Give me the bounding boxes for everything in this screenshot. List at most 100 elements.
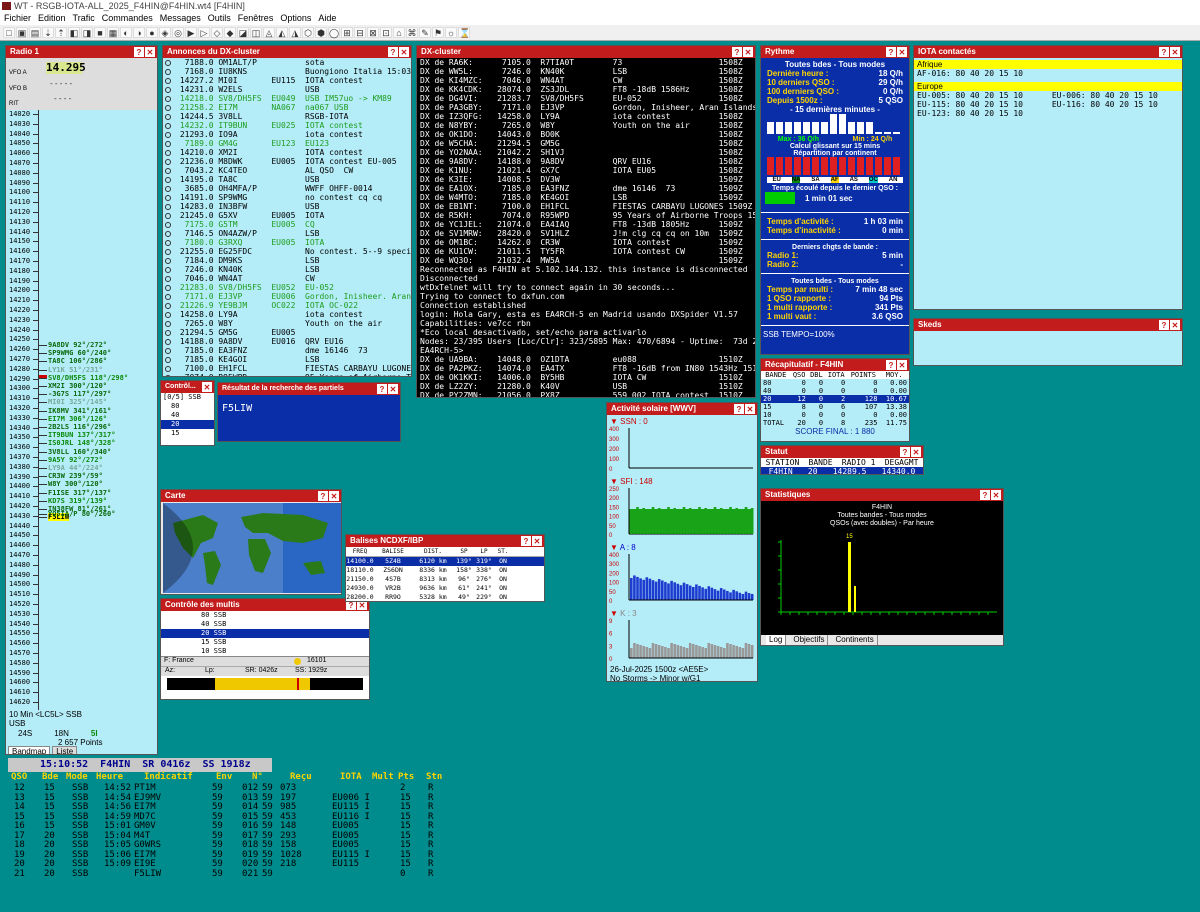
toolbar-button-icon[interactable]: ✎ <box>419 27 431 38</box>
annonce-row[interactable]: 14258.0 LY9A iota contest <box>165 310 411 319</box>
menu-item-4[interactable]: Messages <box>160 12 201 25</box>
bandmap-spot[interactable]: YO5IA/P 80°/260° <box>48 510 115 518</box>
toolbar-button-icon[interactable]: ◫ <box>250 27 262 38</box>
bandmap-spot[interactable]: TA8C 106°/286° <box>48 357 107 365</box>
world-map[interactable] <box>163 503 341 593</box>
bandmap-spot[interactable]: 3V8LL 160°/340° <box>48 448 111 456</box>
menu-item-8[interactable]: Aide <box>318 12 336 25</box>
bandmap-spot[interactable]: LY9A 44°/224° <box>48 464 103 472</box>
toolbar-button-icon[interactable]: ⬡ <box>302 27 314 38</box>
bandmap-spot[interactable]: KD7S 319°/139° <box>48 497 107 505</box>
annonce-row[interactable]: 7046.0 WN4AT CW <box>165 274 411 283</box>
help-icon[interactable]: ? <box>1159 320 1169 330</box>
close-icon[interactable]: ✕ <box>388 384 398 394</box>
close-icon[interactable]: ✕ <box>399 47 409 57</box>
menu-item-6[interactable]: Fenêtres <box>238 12 274 25</box>
annonce-row[interactable]: 14188.0 9A8DV EU016 QRV EU16 <box>165 337 411 346</box>
stats-tab-2[interactable]: Continents <box>832 635 878 645</box>
bandmap-spot[interactable]: SV8/DH5FS 118°/298° <box>48 374 128 382</box>
help-icon[interactable]: ? <box>521 536 531 546</box>
annonce-row[interactable]: 7185.0 KE4GOI LSB <box>165 355 411 364</box>
annonce-row[interactable]: 7171.0 EJ3VP EU006 Gordon, Inisheer. Ara… <box>165 292 411 301</box>
annonce-row[interactable]: 14227.2 MI0I EU115 IOTA contest <box>165 76 411 85</box>
controle-small-row[interactable]: 20 <box>161 420 214 429</box>
controle-small-row[interactable]: [0/5] SSB <box>161 393 214 402</box>
bandmap-spot[interactable]: 9A8DV 92°/272° <box>48 341 107 349</box>
help-icon[interactable]: ? <box>886 360 896 370</box>
annonce-row[interactable]: 14244.5 3V8LL RSGB-IOTA <box>165 112 411 121</box>
log-row[interactable]: 21 20 SSB F5LIW 59 021 59 0 R <box>8 869 448 880</box>
toolbar-button-icon[interactable]: ⊠ <box>367 27 379 38</box>
menu-item-7[interactable]: Options <box>280 12 311 25</box>
toolbar-button-icon[interactable]: ◨ <box>81 27 93 38</box>
toolbar-button-icon[interactable]: ⇡ <box>55 27 67 38</box>
help-icon[interactable]: ? <box>980 490 990 500</box>
bandmap-spot[interactable]: EI7M 306°/126° <box>48 415 107 423</box>
close-icon[interactable]: ✕ <box>991 490 1001 500</box>
vfob-freq[interactable]: - - - - - <box>50 79 72 88</box>
annonce-row[interactable]: 14231.0 W2ELS USB <box>165 85 411 94</box>
controle-small-row[interactable]: 80 <box>161 402 214 411</box>
controle-small-row[interactable]: 40 <box>161 411 214 420</box>
stats-tab-1[interactable]: Objectifs <box>790 635 829 645</box>
partial-result[interactable]: F5LIW <box>218 395 400 441</box>
toolbar-button-icon[interactable]: ◯ <box>328 27 340 38</box>
close-icon[interactable]: ✕ <box>329 491 339 501</box>
close-icon[interactable]: ✕ <box>1170 320 1180 330</box>
close-icon[interactable]: ✕ <box>897 360 907 370</box>
toolbar-button-icon[interactable]: ▣ <box>16 27 28 38</box>
annonce-row[interactable]: 21226.9 YE9BJM OC022 IOTA OC-022 <box>165 301 411 310</box>
bandmap-spot[interactable]: LY1K 51°/231° <box>48 366 103 374</box>
annonce-row[interactable]: 21255.0 EG25FDC No contest. 5--9 speci <box>165 247 411 256</box>
help-icon[interactable]: ? <box>377 384 387 394</box>
annonce-row[interactable]: 14283.0 IN3BFW USB <box>165 202 411 211</box>
close-icon[interactable]: ✕ <box>897 47 907 57</box>
menu-item-3[interactable]: Commandes <box>102 12 153 25</box>
toolbar-button-icon[interactable]: ◈ <box>159 27 171 38</box>
toolbar-button-icon[interactable]: ◬ <box>263 27 275 38</box>
close-icon[interactable]: ✕ <box>202 382 212 392</box>
annonce-row[interactable]: 14210.0 XM2I IOTA contest <box>165 148 411 157</box>
toolbar-button-icon[interactable]: ▤ <box>29 27 41 38</box>
annonce-row[interactable]: 21293.0 IO9A iota contest <box>165 130 411 139</box>
log-table[interactable]: QSO Bde Mode Heure Indicatif Env N° Reçu IOTA Mul… <box>8 772 448 880</box>
toolbar-button-icon[interactable]: ◇ <box>211 27 223 38</box>
menu-item-0[interactable]: Fichier <box>4 12 31 25</box>
bandmap-spot[interactable]: IS0JRL 148°/328° <box>48 439 115 447</box>
annonce-row[interactable]: 7146.5 ON4AZW/P LSB <box>165 229 411 238</box>
stats-tab-0[interactable]: Log <box>766 635 787 645</box>
toolbar-button-icon[interactable]: ◎ <box>172 27 184 38</box>
toolbar-button-icon[interactable]: ◑ <box>133 27 145 38</box>
rit-value[interactable]: - - - - <box>54 94 71 103</box>
help-icon[interactable]: ? <box>318 491 328 501</box>
help-icon[interactable]: ? <box>134 47 144 57</box>
balise-row[interactable]: 28200.0 RR9O 5328 km 49° 229° ON <box>346 593 544 601</box>
balise-row[interactable]: 21150.0 4S7B 8313 km 96° 276° ON <box>346 575 544 584</box>
toolbar-button-icon[interactable]: ⇣ <box>42 27 54 38</box>
cluster-terminal[interactable]: DX de RA6K: 7105.0 R7TIA0T 73 1508Z DX de… <box>417 58 755 397</box>
toolbar-button-icon[interactable]: ⊡ <box>380 27 392 38</box>
toolbar-button-icon[interactable]: ▦ <box>107 27 119 38</box>
close-icon[interactable]: ✕ <box>145 47 155 57</box>
bandmap-spot[interactable]: SP9WMG 60°/240° <box>48 349 111 357</box>
annonce-row[interactable]: 21258.2 EI7M NA067 na067 USB <box>165 103 411 112</box>
annonce-row[interactable]: 21294.5 GM5G EU005 <box>165 328 411 337</box>
vfoa-freq[interactable]: 14.295 <box>46 62 86 74</box>
help-icon[interactable]: ? <box>388 47 398 57</box>
annonce-row[interactable]: 14218.0 SV8/DH5FS EU049 USB IM57uo -> KM… <box>165 94 411 103</box>
annonce-row[interactable]: 3685.0 OH4MFA/P WWFF OHFF-0014 <box>165 184 411 193</box>
multis-row[interactable]: 20 SSB <box>161 629 369 638</box>
toolbar-button-icon[interactable]: ◧ <box>68 27 80 38</box>
annonce-row[interactable]: 7168.0 IU8KNS Buongiono Italia 15:03 <box>165 67 411 76</box>
multis-row[interactable]: 10 SSB <box>161 647 369 656</box>
toolbar-button-icon[interactable]: ⬢ <box>315 27 327 38</box>
toolbar-button-icon[interactable]: ◐ <box>120 27 132 38</box>
bandmap-spot[interactable]: W8Y 300°/120° <box>48 480 103 488</box>
close-icon[interactable]: ✕ <box>745 404 755 414</box>
bandmap-spot[interactable]: IT9BUN 137°/317° <box>48 431 115 439</box>
controle-small-row[interactable]: 15 <box>161 429 214 438</box>
multis-row[interactable]: 80 SSB <box>161 611 369 620</box>
toolbar-button-icon[interactable]: ■ <box>94 27 106 38</box>
help-icon[interactable]: ? <box>900 447 910 457</box>
help-icon[interactable]: ? <box>1159 47 1169 57</box>
